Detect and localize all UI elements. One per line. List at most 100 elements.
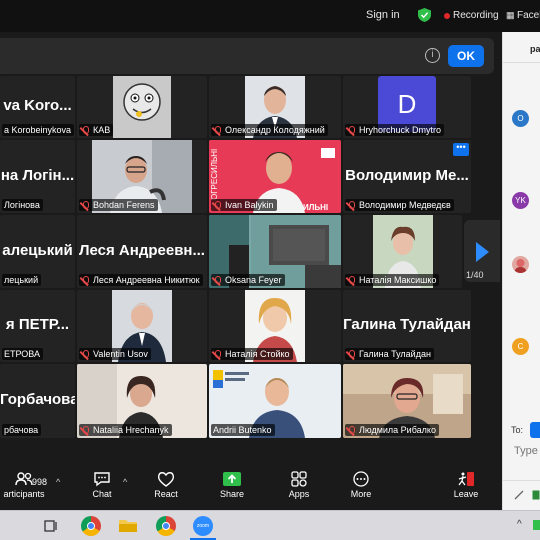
mic-muted-icon <box>81 125 90 135</box>
react-label: React <box>154 489 178 499</box>
participant-name: КАВ <box>93 125 111 135</box>
participant-name: Bohdan Ferens <box>93 200 155 210</box>
chat-label: Chat <box>92 489 112 499</box>
participant-name: рбачова <box>4 425 39 435</box>
page-indicator: 1/40 <box>466 270 484 280</box>
zoom-app-icon[interactable]: zoom <box>193 516 213 536</box>
participants-count: 998 <box>32 477 48 487</box>
avatar: C <box>512 338 529 355</box>
participant-name: Володимир Медведєв <box>359 200 451 210</box>
participant-label: Людмила Рибалко <box>345 424 439 436</box>
participant-name-large: я ПЕТР... <box>5 315 70 333</box>
mic-muted-icon <box>213 125 222 135</box>
participant-label: рбачова <box>2 424 42 436</box>
mic-muted-icon <box>81 275 90 285</box>
participant-tile[interactable]: Oksana Feyer <box>209 215 341 288</box>
more-icon <box>353 471 369 487</box>
participant-label: Логінова <box>2 199 43 211</box>
avatar-photo-icon <box>514 259 527 273</box>
divider <box>502 62 540 63</box>
participant-tile[interactable]: Nataliia Hrechanyk <box>77 364 207 438</box>
participant-label: Олександр Колодяжний <box>211 124 328 136</box>
mic-muted-icon <box>81 425 90 435</box>
participant-tile[interactable]: Олександр Колодяжний <box>209 76 341 138</box>
participant-name: Oksana Feyer <box>225 275 282 285</box>
participant-tile[interactable]: на Логін... Логінова <box>0 140 75 213</box>
chat-icon <box>94 472 110 487</box>
participant-name: a Korobeinykova <box>4 125 72 135</box>
avatar <box>512 256 529 273</box>
chrome-icon[interactable] <box>81 516 101 536</box>
share-button[interactable]: Share <box>207 465 257 510</box>
participant-tile[interactable]: Горбачова рбачова <box>0 364 75 438</box>
more-button[interactable]: More <box>336 465 386 510</box>
participant-label: Володимир Медведєв <box>345 199 454 211</box>
recipient-dropdown[interactable] <box>530 422 540 438</box>
participant-tile[interactable]: КАВ <box>77 76 207 138</box>
sign-in-link[interactable]: Sign in <box>366 9 400 21</box>
participant-tile[interactable]: Наталія Максишко <box>343 215 462 288</box>
participant-tile[interactable]: ••• Володимир Ме... Володимир Медведєв <box>343 140 471 213</box>
participant-tile[interactable]: Леся Андреевн... Леся Андреевна Никитюк <box>77 215 207 288</box>
participant-name-large: Галина Тулайдан <box>343 315 471 333</box>
participant-name: Логінова <box>4 200 40 210</box>
mic-muted-icon <box>213 275 222 285</box>
participant-label: a Korobeinykova <box>2 124 75 136</box>
participant-name: Леся Андреевна Никитюк <box>93 275 200 285</box>
avatar: YK <box>512 192 529 209</box>
mic-muted-icon <box>347 200 356 210</box>
side-panel-header: pa <box>530 44 540 54</box>
chevron-right-icon <box>476 242 489 262</box>
share-screen-icon <box>223 472 241 486</box>
participant-tile[interactable]: Bohdan Ferens <box>77 140 207 213</box>
facebook-tab-label: Faceb <box>517 10 540 21</box>
participant-name: Олександр Колодяжний <box>225 125 325 135</box>
meeting-toolbar: articipants 998 ^ Chat ^ React Share App… <box>0 465 502 510</box>
participant-tile[interactable]: D Hryhorchuck Dmytro <box>343 76 471 138</box>
participant-tile[interactable]: алецький лецький <box>0 215 75 288</box>
participant-tile[interactable]: va Koro... a Korobeinykova <box>0 76 75 138</box>
participant-label: Наталія Стойко <box>211 348 293 360</box>
format-icon[interactable] <box>514 490 524 500</box>
participant-tile[interactable]: Наталія Стойко <box>209 290 341 362</box>
recording-dot-icon <box>444 13 450 19</box>
leave-button[interactable]: Leave <box>441 465 491 510</box>
apps-button[interactable]: Apps <box>274 465 324 510</box>
react-button[interactable]: React <box>141 465 191 510</box>
participant-label: Valentin Usov <box>79 348 151 360</box>
participant-tile[interactable]: Галина Тулайдан Галина Тулайдан <box>343 290 471 362</box>
shield-check-icon[interactable] <box>418 8 431 22</box>
zoom-meeting-window: Sign in Recording ▦ Faceb i OK va Koro..… <box>0 0 540 540</box>
file-explorer-icon[interactable] <box>118 517 138 533</box>
chat-button[interactable]: Chat <box>77 465 127 510</box>
mic-muted-icon <box>213 349 222 359</box>
participants-button[interactable]: articipants <box>0 465 48 510</box>
task-view-icon[interactable] <box>44 519 58 533</box>
participants-label: articipants <box>3 489 45 499</box>
recording-indicator[interactable]: Recording <box>453 10 499 21</box>
chevron-up-icon[interactable]: ^ <box>123 477 127 487</box>
tray-app-icon[interactable] <box>532 518 540 532</box>
participant-name: Галина Тулайдан <box>359 349 431 359</box>
facebook-tab[interactable]: ▦ Faceb <box>506 10 540 21</box>
participant-tile[interactable]: ОГРЕСИЛЬНІ ИЛЬНІ Ivan Balykin <box>209 140 341 213</box>
participant-name: Ivan Balykin <box>225 200 274 210</box>
more-options-icon[interactable]: ••• <box>453 143 469 156</box>
chat-input[interactable]: Type <box>514 445 538 457</box>
avatar: O <box>512 110 529 127</box>
chevron-up-icon[interactable]: ^ <box>517 519 522 530</box>
participant-name: лецький <box>4 275 39 285</box>
divider <box>502 480 540 481</box>
file-icon[interactable] <box>532 490 540 500</box>
participant-label: лецький <box>2 274 42 286</box>
participant-tile[interactable]: Valentin Usov <box>77 290 207 362</box>
info-icon[interactable]: i <box>425 48 440 63</box>
participant-tile[interactable]: я ПЕТР... ЕТРОВА <box>0 290 75 362</box>
participant-tile-active-speaker[interactable]: Andrii Butenko <box>209 364 341 438</box>
ok-button[interactable]: OK <box>448 45 484 67</box>
participant-label: ЕТРОВА <box>2 348 44 360</box>
chrome-icon[interactable] <box>156 516 176 536</box>
participant-tile[interactable]: Людмила Рибалко <box>343 364 471 438</box>
svg-text:ОГРЕСИЛЬНІ: ОГРЕСИЛЬНІ <box>210 149 219 200</box>
chevron-up-icon[interactable]: ^ <box>56 477 60 487</box>
